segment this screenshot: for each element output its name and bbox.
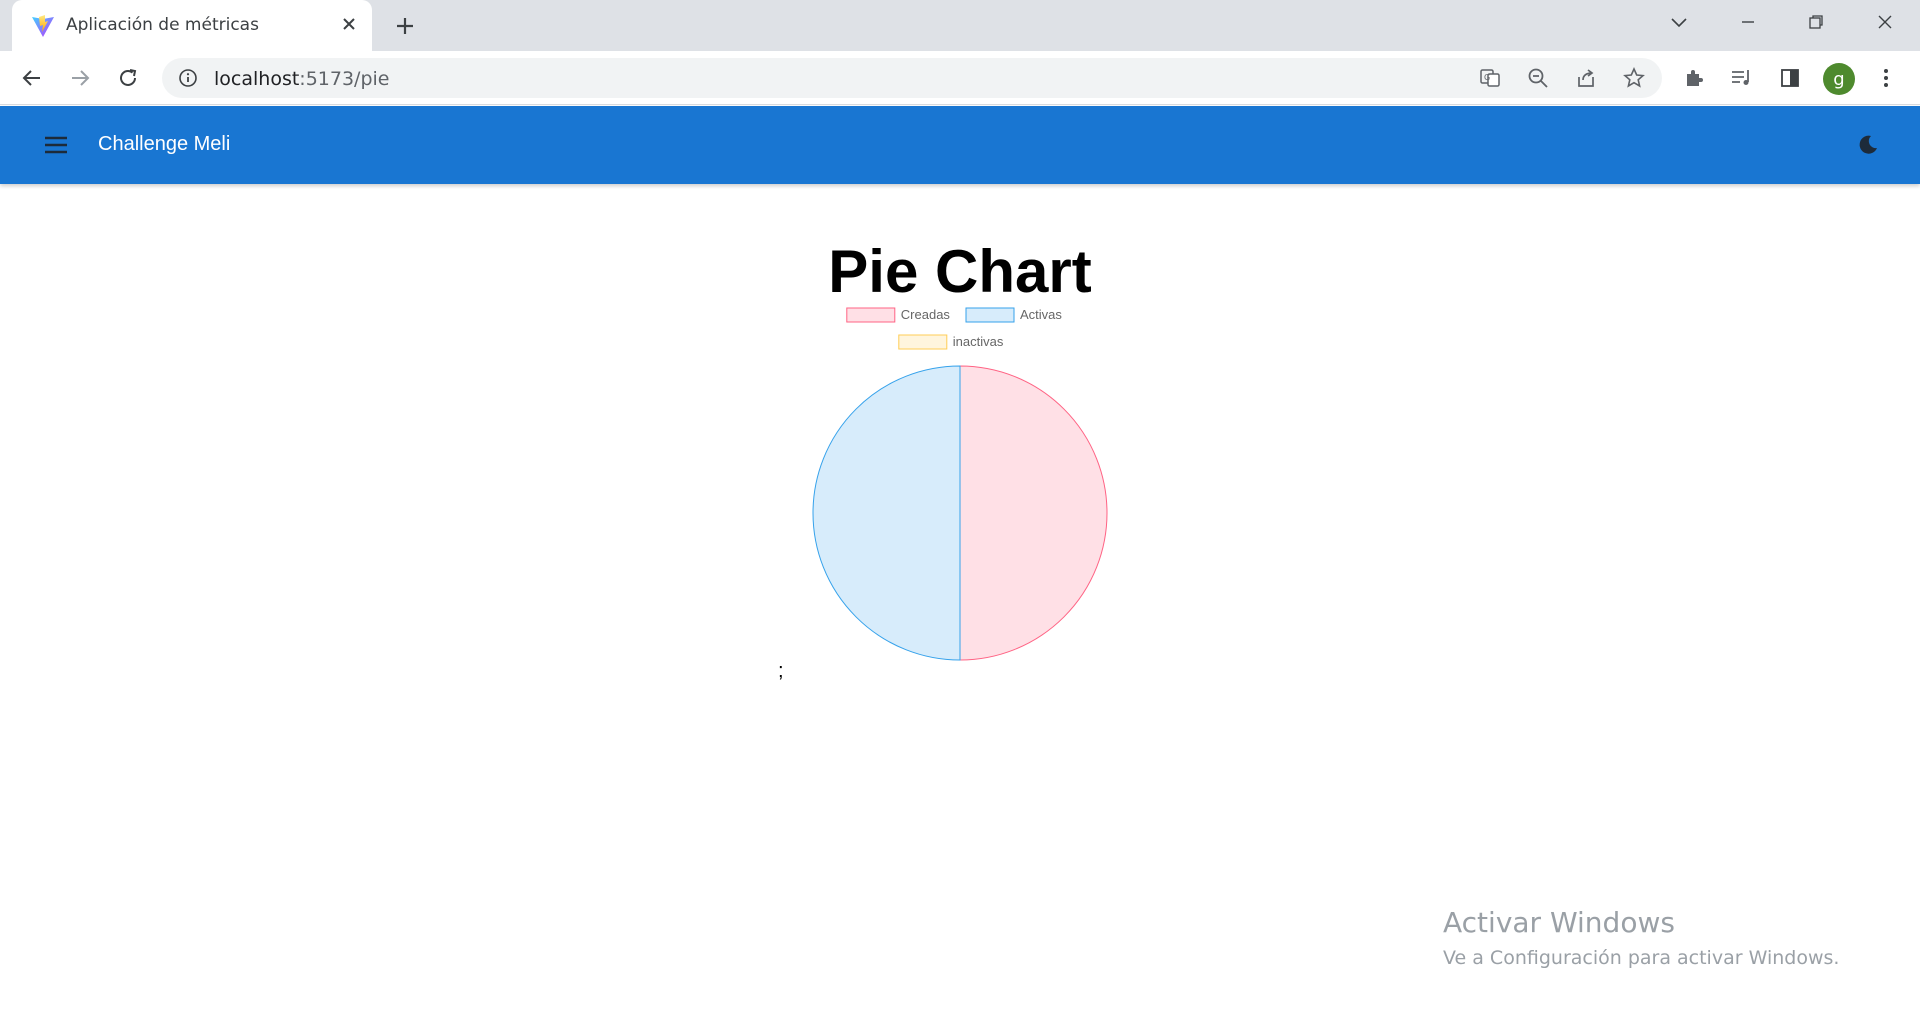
share-icon[interactable]	[1572, 64, 1600, 92]
legend-label: inactivas	[953, 334, 1004, 349]
back-arrow-icon[interactable]	[18, 64, 46, 92]
legend-item-creadas[interactable]: Creadas	[846, 307, 951, 323]
site-info-icon[interactable]	[178, 68, 198, 88]
legend-item-activas[interactable]: Activas	[965, 307, 1062, 323]
url-text: localhost:5173/pie	[214, 68, 390, 90]
hamburger-menu-icon[interactable]	[40, 129, 72, 161]
legend-swatch	[898, 334, 948, 350]
minimize-icon[interactable]	[1730, 8, 1766, 36]
app-title: Challenge Meli	[98, 133, 231, 155]
zoom-out-icon[interactable]	[1524, 64, 1552, 92]
legend-label: Creadas	[901, 307, 951, 322]
app-header: Challenge Meli	[0, 106, 1920, 184]
translate-icon[interactable]: G	[1476, 64, 1504, 92]
extensions-puzzle-icon[interactable]	[1680, 64, 1708, 92]
side-panel-icon[interactable]	[1776, 64, 1804, 92]
legend-item-inactivas[interactable]: inactivas	[898, 334, 1004, 350]
vite-logo-icon	[32, 15, 54, 37]
more-menu-icon[interactable]	[1872, 64, 1900, 92]
svg-text:G: G	[1484, 73, 1490, 82]
address-bar[interactable]: localhost:5173/pie G	[162, 58, 1662, 98]
windows-activation-subtitle: Ve a Configuración para activar Windows.	[1443, 947, 1840, 969]
legend-swatch	[965, 307, 1015, 323]
dark-mode-moon-icon[interactable]	[1852, 129, 1884, 161]
browser-tabbar: Aplicación de métricas	[0, 0, 1920, 51]
tab-title: Aplicación de métricas	[66, 15, 259, 35]
stray-text: ;	[778, 660, 784, 682]
pie-chart: Creadas Activas inactivas	[812, 307, 1108, 661]
tab-search-chevron-icon[interactable]	[1661, 8, 1697, 36]
media-queue-icon[interactable]	[1728, 64, 1756, 92]
pie-slice-creadas[interactable]	[959, 365, 1108, 661]
windows-activation-title: Activar Windows	[1443, 906, 1675, 939]
legend-label: Activas	[1020, 307, 1062, 322]
close-window-icon[interactable]	[1867, 8, 1903, 36]
reload-icon[interactable]	[114, 64, 142, 92]
bookmark-star-icon[interactable]	[1620, 64, 1648, 92]
forward-arrow-icon[interactable]	[66, 64, 94, 92]
browser-tab[interactable]: Aplicación de métricas	[12, 0, 372, 51]
browser-toolbar: localhost:5173/pie G g	[0, 51, 1920, 105]
pie-chart-container: Pie Chart Creadas Activas inactivas	[780, 225, 1140, 685]
restore-icon[interactable]	[1798, 8, 1834, 36]
legend-swatch	[846, 307, 896, 323]
pie-slice-activas[interactable]	[812, 365, 961, 661]
profile-avatar[interactable]: g	[1823, 63, 1855, 95]
tab-close-icon[interactable]	[338, 13, 360, 35]
new-tab-plus-icon[interactable]	[392, 13, 418, 39]
